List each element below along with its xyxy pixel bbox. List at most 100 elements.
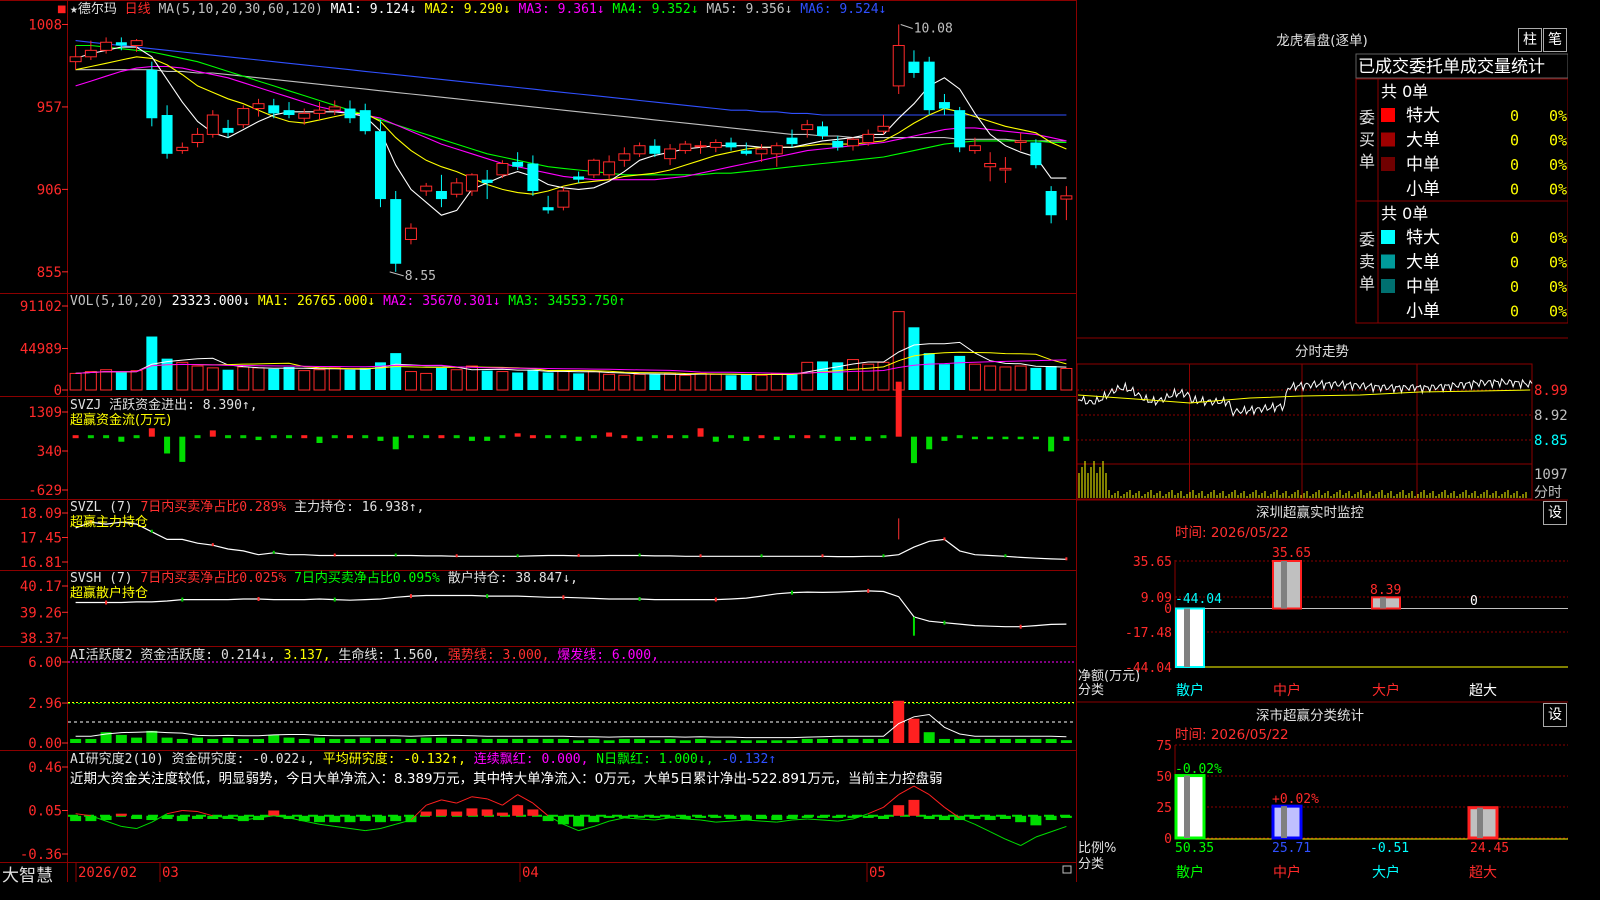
vol-y-tick: 0	[54, 383, 62, 399]
activity-bar	[877, 738, 889, 743]
candle-body-up	[130, 40, 143, 46]
volume-bar	[709, 373, 722, 391]
sell-side-label: 卖	[1359, 252, 1375, 271]
volume-bar	[84, 371, 97, 391]
activity-bar	[253, 738, 265, 743]
volume-bar	[161, 358, 173, 390]
activity-bar	[954, 738, 966, 743]
research-line	[1035, 831, 1052, 838]
research-line	[471, 796, 488, 800]
candle-body-up	[709, 141, 722, 148]
flow-dash	[240, 435, 247, 439]
hold-tick	[699, 554, 702, 558]
aires-y-tick: 0.05	[28, 804, 62, 820]
flow-dash	[728, 435, 735, 439]
tick-mode-button[interactable]: 笔	[1543, 28, 1567, 52]
flow-bar	[1002, 436, 1009, 440]
svsh-header-item: 7日内买卖净占比0.095%	[286, 570, 440, 586]
activity-bar	[451, 738, 463, 743]
hold-tick	[409, 594, 412, 599]
research-line	[502, 794, 518, 806]
candle-body-down	[359, 110, 371, 132]
research-line	[136, 821, 153, 829]
volume-bar	[801, 361, 814, 391]
svzl-y-tick: 16.81	[20, 555, 62, 571]
svsh-header-item: 散户持仓: 38.847↓,	[440, 570, 578, 586]
research-line	[426, 799, 442, 806]
candle-body-down	[222, 127, 234, 133]
candle-body-up	[328, 106, 341, 111]
flow-dash	[651, 435, 658, 439]
volume-bar	[1060, 367, 1073, 391]
volume-bar	[999, 366, 1012, 391]
research-bar	[664, 815, 676, 818]
aiact-y-tick: 0.00	[28, 736, 62, 752]
activity-bar	[999, 738, 1011, 743]
activity-bar	[695, 738, 707, 743]
svzl-header-item: 7日内买卖净占比0.289%	[133, 499, 287, 515]
candle-body-up	[999, 167, 1012, 171]
activity-bar	[908, 718, 920, 743]
activity-bar	[146, 730, 158, 743]
monitor-value-label: -44.04	[1175, 592, 1222, 607]
hold-tick	[333, 597, 336, 602]
sz-class-settings-button[interactable]: 设	[1543, 703, 1567, 727]
aiact-header-item: 强势线: 3.000,	[440, 647, 549, 663]
aiact-header-item: 生命线: 1.560,	[331, 647, 440, 663]
flow-bar	[316, 436, 323, 443]
research-line	[319, 823, 335, 827]
activity-bar	[374, 738, 386, 743]
flow-bar	[910, 436, 917, 464]
candle-body-down	[390, 199, 402, 264]
research-line	[166, 810, 183, 815]
sz-monitor-settings-button[interactable]: 设	[1543, 501, 1567, 525]
volume-bar	[573, 373, 585, 390]
research-bar	[557, 815, 569, 825]
flow-dash	[423, 435, 430, 439]
bar-mode-button[interactable]: 柱	[1518, 28, 1542, 52]
buy-side-label: 委	[1359, 108, 1375, 127]
buy-swatch	[1381, 157, 1395, 171]
sell-row-pct: 0%	[1549, 303, 1567, 321]
flow-dash	[758, 435, 765, 439]
research-bar	[695, 815, 707, 818]
main-header-item: MA1: 9.124↓	[323, 2, 417, 17]
low-pointer	[389, 271, 404, 277]
activity-bar	[801, 738, 813, 743]
activity-bar	[786, 740, 798, 743]
svzl-header-item: SVZL (7)	[70, 500, 133, 515]
flow-bar	[987, 436, 994, 440]
flow-dash	[270, 435, 277, 439]
main-header-item: MA5: 9.356↓	[699, 2, 793, 17]
flow-dash	[103, 435, 110, 439]
buy-total: 共 0单	[1381, 82, 1428, 101]
candle-body-down	[1030, 142, 1042, 166]
class-time: 时间: 2026/05/22	[1175, 727, 1289, 743]
buy-row-pct: 0%	[1549, 132, 1567, 150]
candle-body-down	[435, 190, 447, 200]
retail-hold-line	[75, 590, 1067, 628]
class-bottom-label: 50.35	[1175, 841, 1214, 856]
volume-bar	[817, 361, 828, 390]
candle-body-down	[938, 102, 950, 109]
research-bar	[131, 815, 143, 819]
flow-dash	[286, 435, 293, 439]
candle-body-up	[846, 138, 859, 147]
activity-bar	[283, 737, 295, 743]
monitor-y-tick: 0	[1164, 602, 1172, 617]
activity-bar	[420, 737, 432, 743]
volume-bar	[404, 371, 417, 391]
main-header: ★德尔玛 日线 MA(5,10,20,30,60,120) MA1: 9.124…	[70, 2, 886, 17]
volume-bar	[344, 369, 356, 390]
sell-row-label: 中单	[1406, 277, 1440, 297]
hold-tick	[867, 588, 870, 593]
vol-y-tick: 44989	[20, 342, 62, 358]
flow-dash	[438, 435, 445, 439]
candle-body-up	[664, 148, 677, 160]
candle-body-down	[908, 61, 920, 73]
buy-swatch	[1381, 132, 1395, 147]
activity-bar	[984, 738, 996, 743]
activity-bar	[618, 738, 630, 743]
sell-row-val: 0	[1510, 229, 1519, 247]
research-bar	[725, 815, 737, 819]
